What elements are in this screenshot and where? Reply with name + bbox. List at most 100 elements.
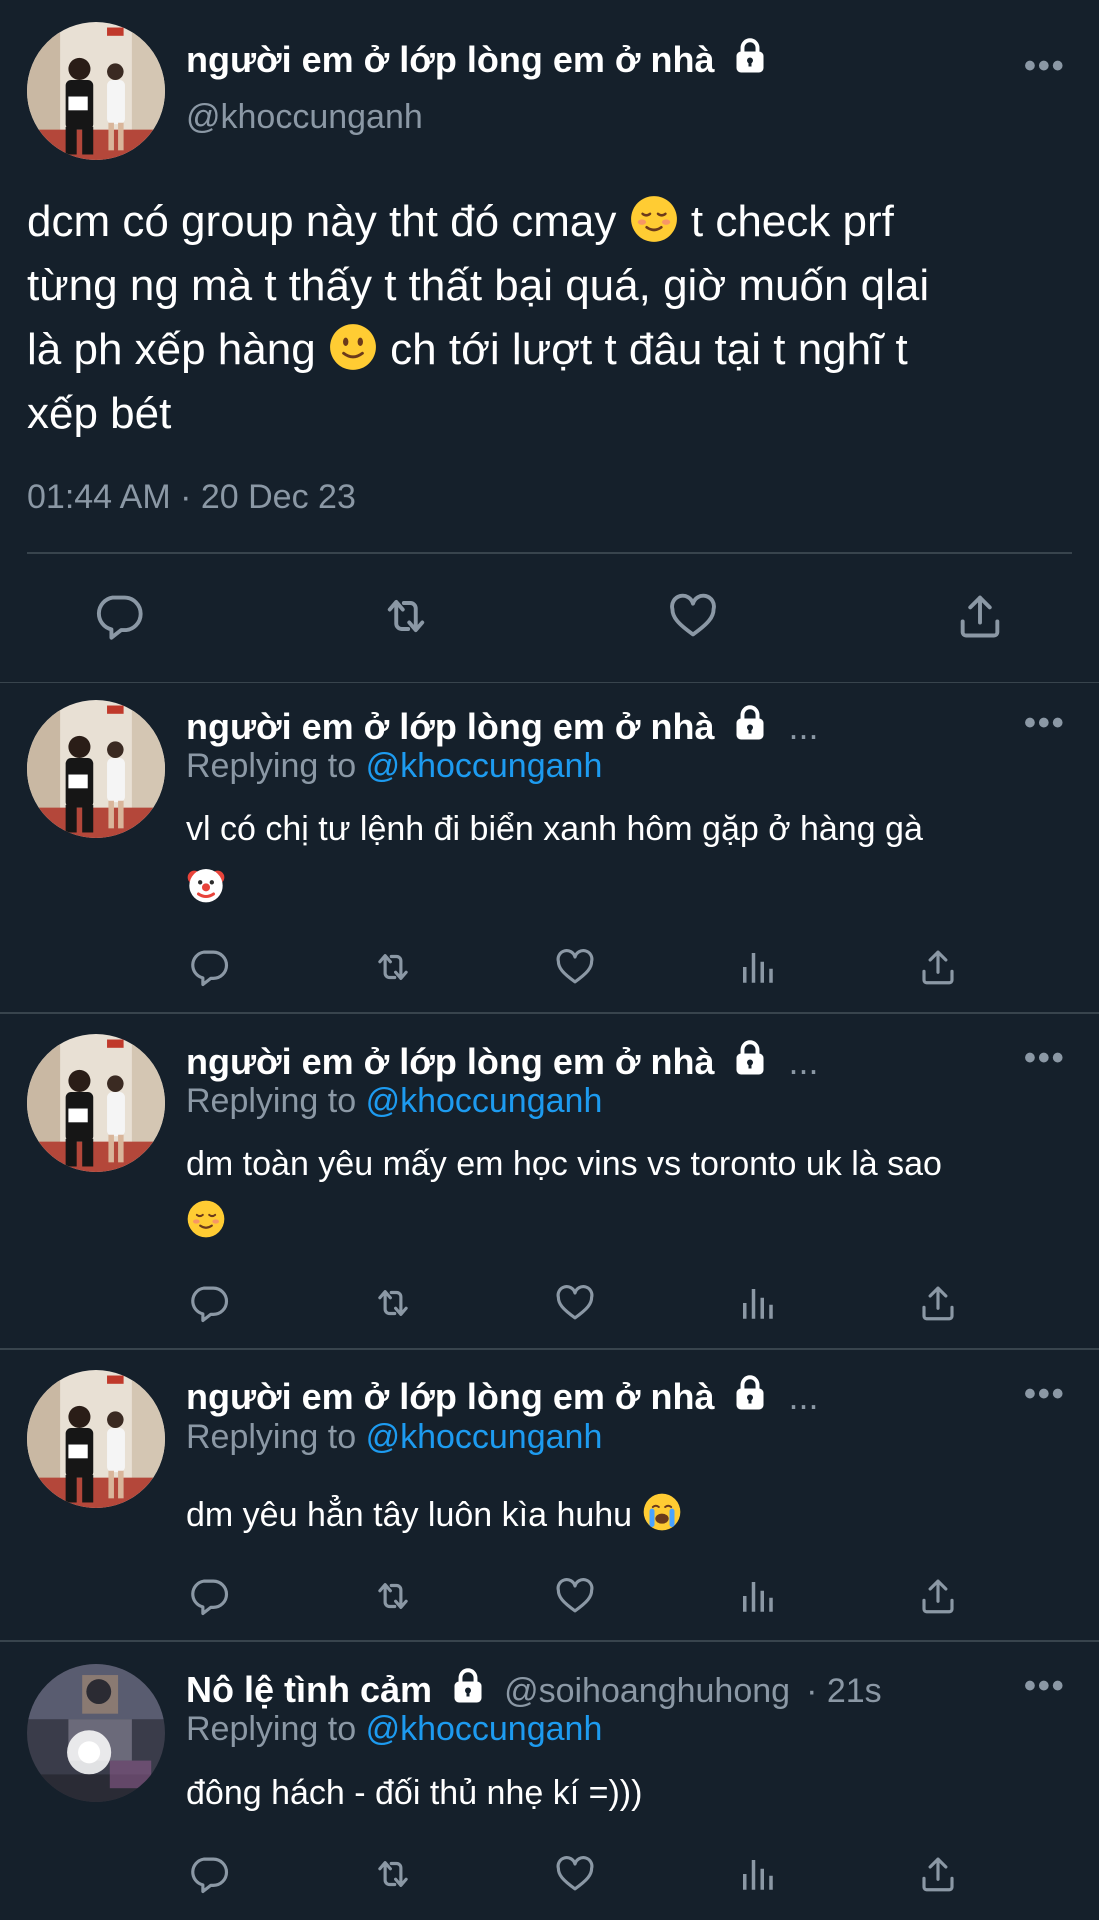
reply-icon — [93, 590, 145, 642]
tweet-timestamp[interactable]: 01:44 AM · 20 Dec 23 — [27, 478, 356, 517]
replying-to: Replying to @khoccunganh — [186, 1418, 602, 1457]
avatar[interactable] — [27, 1664, 165, 1802]
views-icon — [736, 1575, 778, 1617]
more-options-button[interactable]: ••• — [1024, 1041, 1066, 1075]
retweet-button[interactable] — [380, 590, 432, 642]
avatar[interactable] — [27, 22, 165, 160]
like-button[interactable] — [554, 1575, 596, 1617]
like-button[interactable] — [554, 1853, 596, 1895]
avatar[interactable] — [27, 700, 165, 838]
avatar-image — [27, 700, 165, 838]
clown-face-icon — [186, 864, 226, 904]
main-tweet: người em ở lớp lòng em ở nhà @khoccungan… — [0, 0, 1099, 683]
name-ellipsis: ... — [788, 706, 819, 747]
reply-tweet[interactable]: người em ở lớp lòng em ở nhà ... ••• Rep… — [0, 683, 1099, 1014]
reply-button[interactable] — [188, 1853, 230, 1895]
replying-to: Replying to @khoccunganh — [186, 747, 602, 786]
more-options-button[interactable]: ••• — [1024, 1377, 1066, 1411]
retweet-button[interactable] — [372, 1575, 414, 1617]
display-name[interactable]: người em ở lớp lòng em ở nhà ... — [186, 1040, 819, 1083]
reply-button[interactable] — [188, 1575, 230, 1617]
retweet-button[interactable] — [372, 946, 414, 988]
reply-tweet[interactable]: người em ở lớp lòng em ở nhà ... ••• Rep… — [0, 1014, 1099, 1350]
smiling-face-icon — [629, 194, 679, 244]
retweet-icon — [372, 946, 414, 988]
mention-link[interactable]: @khoccunganh — [366, 747, 603, 785]
tweet-text: dcm có group này tht đó cmay t check prf… — [27, 190, 1072, 446]
replying-to: Replying to @khoccunganh — [186, 1082, 602, 1121]
avatar-image — [27, 1664, 165, 1802]
views-button[interactable] — [736, 1282, 778, 1324]
avatar[interactable] — [27, 1370, 165, 1508]
display-name-text: Nô lệ tình cảm — [186, 1669, 433, 1710]
replying-to-label: Replying to — [186, 1710, 357, 1748]
share-button[interactable] — [954, 590, 1006, 642]
views-button[interactable] — [736, 1853, 778, 1895]
tweet-text-line: dcm có group này tht đó cmay — [27, 197, 617, 246]
share-button[interactable] — [917, 1282, 959, 1324]
divider — [27, 552, 1072, 554]
more-options-button[interactable]: ••• — [1024, 49, 1066, 83]
like-button[interactable] — [554, 1282, 596, 1324]
reply-text: vl có chị tư lệnh đi biển xanh hôm gặp ở… — [186, 800, 1066, 916]
reply-text: dm toàn yêu mấy em học vins vs toronto u… — [186, 1135, 1066, 1251]
lock-icon — [732, 38, 768, 74]
reply-text-line: dm toàn yêu mấy em học vins vs toronto u… — [186, 1145, 942, 1183]
like-icon — [667, 590, 719, 642]
retweet-icon — [380, 590, 432, 642]
mention-link[interactable]: @khoccunganh — [366, 1710, 603, 1748]
reply-text-line: vl có chị tư lệnh đi biển xanh hôm gặp ở… — [186, 810, 923, 848]
reply-button[interactable] — [188, 946, 230, 988]
avatar[interactable] — [27, 1034, 165, 1172]
lock-icon — [450, 1668, 486, 1704]
reply-icon — [188, 1575, 230, 1617]
retweet-button[interactable] — [372, 1853, 414, 1895]
reply-tweet[interactable]: người em ở lớp lòng em ở nhà ... ••• Rep… — [0, 1350, 1099, 1642]
reply-button[interactable] — [93, 590, 145, 642]
mention-link[interactable]: @khoccunganh — [366, 1418, 603, 1456]
lock-icon — [732, 705, 768, 741]
more-options-button[interactable]: ••• — [1024, 1669, 1066, 1703]
slightly-smiling-face-icon — [328, 322, 378, 372]
replying-to-label: Replying to — [186, 1418, 357, 1456]
views-button[interactable] — [736, 1575, 778, 1617]
retweet-icon — [372, 1282, 414, 1324]
username-handle[interactable]: @khoccunganh — [186, 98, 423, 137]
mention-link[interactable]: @khoccunganh — [366, 1082, 603, 1120]
tweet-text-line: từng ng mà t thấy t thất bại quá, giờ mu… — [27, 261, 930, 310]
avatar-image — [27, 1034, 165, 1172]
share-button[interactable] — [917, 1853, 959, 1895]
like-icon — [554, 1853, 596, 1895]
share-button[interactable] — [917, 1575, 959, 1617]
display-name-text: người em ở lớp lòng em ở nhà — [186, 39, 715, 80]
reply-text-line: dm yêu hẳn tây luôn kìa huhu — [186, 1496, 633, 1534]
reply-text-line: đông hách - đối thủ nhẹ kí =))) — [186, 1774, 643, 1812]
views-icon — [736, 1282, 778, 1324]
crying-face-icon — [642, 1492, 682, 1532]
tweet-text-line: ch tới lượt t đâu tại t nghĩ t — [390, 325, 908, 374]
tweet-text-line: xếp bét — [27, 389, 172, 438]
like-button[interactable] — [667, 590, 719, 642]
like-icon — [554, 1282, 596, 1324]
share-icon — [917, 1853, 959, 1895]
share-icon — [917, 1282, 959, 1324]
more-options-button[interactable]: ••• — [1024, 706, 1066, 740]
display-name[interactable]: người em ở lớp lòng em ở nhà — [186, 38, 768, 81]
display-name[interactable]: người em ở lớp lòng em ở nhà ... — [186, 1375, 819, 1418]
display-name-text: người em ở lớp lòng em ở nhà — [186, 706, 715, 747]
reply-button[interactable] — [188, 1282, 230, 1324]
share-button[interactable] — [917, 946, 959, 988]
views-icon — [736, 1853, 778, 1895]
share-icon — [954, 590, 1006, 642]
tweet-text-line: là ph xếp hàng — [27, 325, 316, 374]
display-name[interactable]: người em ở lớp lòng em ở nhà ... — [186, 705, 819, 748]
like-icon — [554, 1575, 596, 1617]
views-button[interactable] — [736, 946, 778, 988]
display-name-text: người em ở lớp lòng em ở nhà — [186, 1041, 715, 1082]
display-name[interactable]: Nô lệ tình cảm @soihoanghuhong · 21s — [186, 1668, 882, 1711]
reply-tweet[interactable]: Nô lệ tình cảm @soihoanghuhong · 21s •••… — [0, 1642, 1099, 1920]
like-button[interactable] — [554, 946, 596, 988]
replying-to-label: Replying to — [186, 747, 357, 785]
retweet-button[interactable] — [372, 1282, 414, 1324]
username-handle[interactable]: @soihoanghuhong — [504, 1672, 790, 1710]
